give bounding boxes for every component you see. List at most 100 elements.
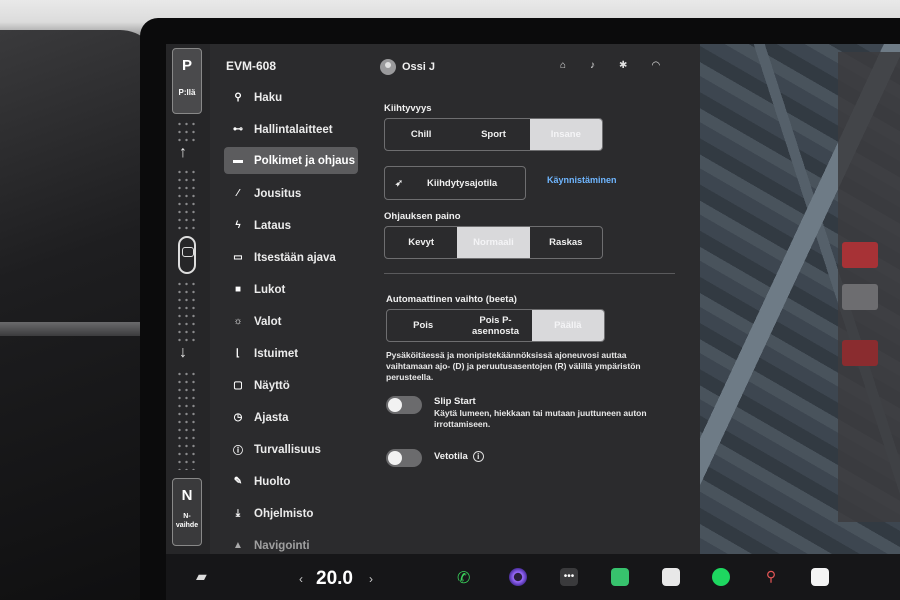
gear-dots <box>176 280 198 342</box>
arrow-down-icon: ↓ <box>179 344 187 361</box>
seat-icon: ⌊ <box>236 348 240 359</box>
phone-icon[interactable]: ✆ <box>457 568 475 587</box>
lock-icon: ■ <box>234 284 242 295</box>
more-apps-icon[interactable]: ••• <box>560 568 578 586</box>
section-divider <box>384 273 675 274</box>
bluetooth-icon[interactable]: ✱ <box>619 60 627 71</box>
spotify-icon[interactable] <box>712 568 730 586</box>
car-icon: ▬ <box>233 155 243 166</box>
sidebar-item-ohjelmisto[interactable]: ⤓ Ohjelmisto <box>224 500 358 527</box>
map-tile <box>842 284 878 310</box>
map-tile <box>842 242 878 268</box>
sidebar-item-label: Itsestään ajava <box>254 251 336 264</box>
sidebar-item-haku[interactable]: ⚲ Haku <box>224 84 358 111</box>
sidebar-item-label: Valot <box>254 315 282 328</box>
temperature-display[interactable]: 20.0 <box>316 568 353 590</box>
gear-dots <box>176 168 198 230</box>
towing-title-row: Vetotila i <box>434 451 484 462</box>
sidebar-item-label: Näyttö <box>254 379 290 392</box>
toggle-knob <box>388 451 402 465</box>
acceleration-option-chill[interactable]: Chill <box>385 119 457 150</box>
acceleration-label: Kiihtyvyys <box>384 103 432 114</box>
launch-mode-label: Kiihdytysajotila <box>426 177 498 189</box>
status-icons: ⌂ ♪ ✱ ◠ <box>560 60 660 71</box>
gear-park-button[interactable]: P P:llä <box>172 48 202 114</box>
sidebar-item-turvallisuus[interactable]: ⓘ Turvallisuus <box>224 436 358 463</box>
acceleration-selector: Chill Sport Insane <box>384 118 603 151</box>
sidebar-item-naytto[interactable]: ▢ Näyttö <box>224 372 358 399</box>
wifi-icon[interactable]: ◠ <box>651 60 660 71</box>
gear-neutral-sub: N- vaihde <box>175 513 199 529</box>
info-icon: ⓘ <box>233 446 243 457</box>
gear-park-letter: P <box>181 57 192 74</box>
launch-help-link[interactable]: Käynnistäminen <box>547 175 617 185</box>
auto-shift-option-paalla[interactable]: Päällä <box>531 310 604 341</box>
auto-shift-option-pois-p[interactable]: Pois P- asennosta <box>459 310 531 341</box>
sidebar-item-itsestaan[interactable]: ▭ Itsestään ajava <box>224 244 358 271</box>
steering-selector: Kevyt Normaali Raskas <box>384 226 603 259</box>
alarm-icon: ◷ <box>233 412 243 423</box>
info-icon[interactable]: i <box>472 451 484 462</box>
steering-option-normaali[interactable]: Normaali <box>457 227 530 258</box>
car-top-icon <box>178 236 196 274</box>
sidebar-item-hallintalaitteet[interactable]: ⊷ Hallintalaitteet <box>224 116 358 143</box>
calendar-icon[interactable] <box>811 568 829 586</box>
sidebar-item-jousitus[interactable]: ⁄ Jousitus <box>224 180 358 207</box>
wrench-icon: ✎ <box>233 476 243 487</box>
launch-mode-button[interactable]: ➶ Kiihdytysajotila <box>384 166 526 200</box>
sidebar-item-label: Istuimet <box>254 347 299 360</box>
sidebar-item-label: Hallintalaitteet <box>254 123 333 136</box>
user-profile[interactable]: Ossi J <box>380 59 435 75</box>
taskbar: ▰ ‹ 20.0 › ✆ ••• ⚲ <box>166 554 900 600</box>
gear-neutral-button[interactable]: N N- vaihde <box>172 478 202 546</box>
towing-toggle[interactable] <box>386 449 422 467</box>
steering-option-kevyt[interactable]: Kevyt <box>385 227 457 258</box>
sidebar-item-istuimet[interactable]: ⌊ Istuimet <box>224 340 358 367</box>
auto-shift-description: Pysäköitäessä ja monipistekäännöksissä a… <box>386 350 641 382</box>
gear-dots <box>176 370 198 470</box>
avatar <box>380 59 396 75</box>
display-icon: ▢ <box>233 380 243 391</box>
sidebar-item-lukot[interactable]: ■ Lukot <box>224 276 358 303</box>
auto-shift-label: Automaattinen vaihto (beeta) <box>386 294 517 305</box>
sidebar-item-label: Lukot <box>254 283 286 296</box>
charge-stats-icon[interactable] <box>611 568 629 586</box>
gear-selector[interactable]: P P:llä ↑ ↓ N N- vaihde <box>166 44 210 554</box>
auto-shift-option-pois[interactable]: Pois <box>387 310 459 341</box>
car-interior: P P:llä ↑ ↓ N N- vaihde EVM-608 ⚲ Haku ⊷ H… <box>0 0 900 600</box>
sidebar-item-valot[interactable]: ☼ Valot <box>224 308 358 335</box>
towing-title: Vetotila <box>434 451 468 463</box>
temp-up-chevron[interactable]: › <box>369 572 373 586</box>
car-icon[interactable]: ▰ <box>196 568 207 585</box>
temp-down-chevron[interactable]: ‹ <box>299 572 303 586</box>
camera-icon[interactable] <box>509 568 527 586</box>
gear-park-sub: P:llä <box>178 88 196 97</box>
sidebar-item-polkimet[interactable]: ▬ Polkimet ja ohjaus <box>224 147 358 174</box>
sidebar-item-label: Jousitus <box>254 187 302 200</box>
steering-icon: ▭ <box>233 252 243 263</box>
sidebar-item-lataus[interactable]: ϟ Lataus <box>224 212 358 239</box>
sidebar-item-label: Ohjelmisto <box>254 507 314 520</box>
sidebar-item-label: Huolto <box>254 475 291 488</box>
gear-dots <box>176 120 198 142</box>
joystick-icon[interactable]: ⚲ <box>762 568 780 586</box>
dashboard <box>0 30 160 600</box>
bell-icon[interactable]: ♪ <box>590 60 595 71</box>
steering-option-raskas[interactable]: Raskas <box>530 227 602 258</box>
download-icon: ⤓ <box>235 508 241 519</box>
sidebar-item-label: Navigointi <box>254 539 310 552</box>
gear-neutral-letter: N <box>181 487 193 504</box>
media-icon[interactable] <box>662 568 680 586</box>
sidebar-item-huolto[interactable]: ✎ Huolto <box>224 468 358 495</box>
toggle-knob <box>388 398 402 412</box>
acceleration-option-sport[interactable]: Sport <box>457 119 529 150</box>
suspension-icon: ⁄ <box>237 188 239 199</box>
slip-start-description: Käytä lumeen, hiekkaan tai mutaan juuttu… <box>434 408 647 429</box>
slip-start-toggle[interactable] <box>386 396 422 414</box>
sidebar-item-label: Ajasta <box>254 411 289 424</box>
acceleration-option-insane[interactable]: Insane <box>529 119 602 150</box>
home-icon[interactable]: ⌂ <box>560 60 566 71</box>
rocket-icon: ➶ <box>395 177 403 189</box>
sidebar-item-label: Lataus <box>254 219 292 232</box>
sidebar-item-ajasta[interactable]: ◷ Ajasta <box>224 404 358 431</box>
